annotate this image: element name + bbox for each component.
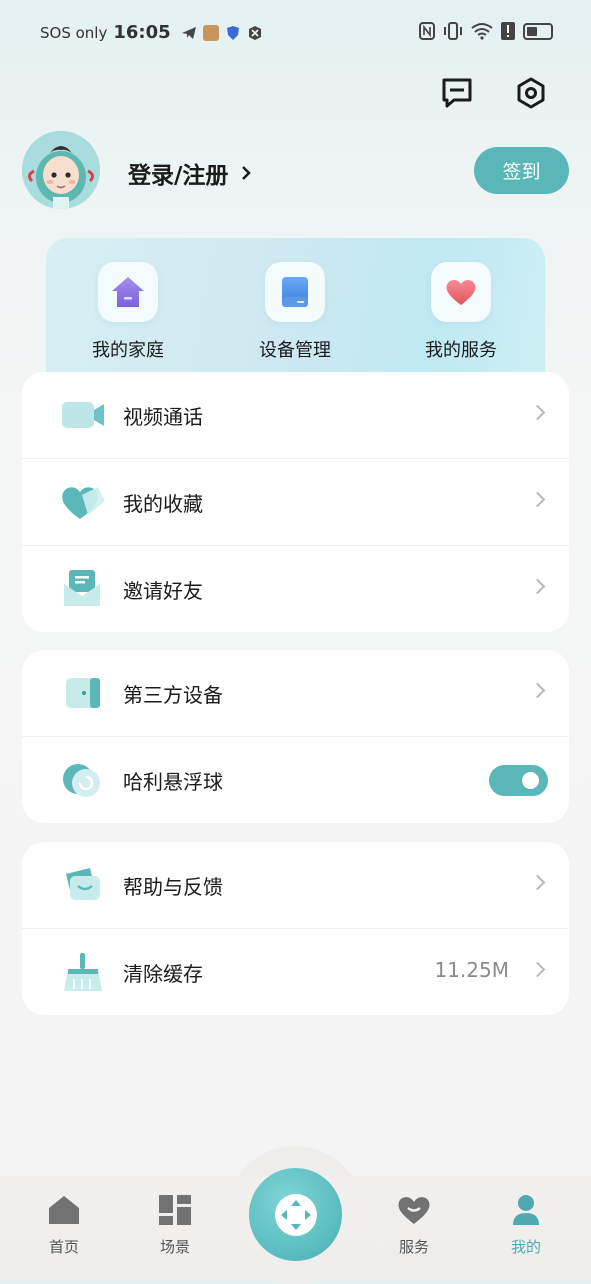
mascot-avatar-icon [22,131,100,209]
nav-label: 场景 [159,1238,190,1256]
app-notification-icon [202,24,219,41]
menu-item-help-feedback[interactable]: 帮助与反馈 [22,842,569,929]
broom-icon [64,953,102,991]
floating-ball-toggle[interactable] [489,765,548,796]
chevron-right-icon [529,404,546,421]
menu-item-third-party-devices[interactable]: 第三方设备 [22,650,569,737]
chevron-right-icon [529,874,546,891]
quick-my-family[interactable]: 我的家庭 [58,262,198,362]
menu-item-video-call[interactable]: 视频通话 [22,372,569,459]
nfc-icon [419,22,435,40]
battery-icon [523,22,553,40]
menu-card-1: 视频通话 我的收藏 邀请好友 [22,372,569,632]
telegram-icon [181,26,196,39]
nav-home[interactable]: 首页 [24,1194,104,1257]
settings-icon[interactable] [514,76,548,110]
menu-item-clear-cache[interactable]: 清除缓存 11.25M [22,929,569,1015]
quick-my-services[interactable]: 我的服务 [391,262,531,362]
directional-pad-icon [274,1193,317,1236]
favorites-icon [62,487,105,519]
login-register-link[interactable]: 登录/注册 [128,156,252,190]
nav-label: 首页 [48,1238,79,1256]
menu-label: 第三方设备 [123,683,223,707]
menu-item-invite-friends[interactable]: 邀请好友 [22,546,569,632]
menu-label: 帮助与反馈 [123,875,223,899]
quick-label: 我的家庭 [92,340,164,361]
shield-icon [226,25,239,40]
wifi-icon [471,23,493,40]
chevron-right-icon [529,578,546,595]
menu-item-favorites[interactable]: 我的收藏 [22,459,569,546]
chevron-right-icon [529,682,546,699]
menu-label: 清除缓存 [123,962,203,986]
menu-item-floating-ball: 哈利悬浮球 [22,737,569,823]
nav-label: 我的 [510,1238,541,1256]
heart-icon [398,1197,430,1224]
chevron-right-icon [529,491,546,508]
clock: 16:05 [113,22,171,43]
cache-size: 11.25M [434,958,509,982]
checkin-button[interactable]: 签到 [474,147,569,194]
quick-device-management[interactable]: 设备管理 [225,262,365,362]
scene-icon [159,1195,191,1225]
video-call-icon [62,402,104,428]
nav-scene[interactable]: 场景 [135,1194,215,1257]
menu-card-2: 第三方设备 哈利悬浮球 [22,650,569,823]
chevron-right-icon [529,961,546,978]
home-icon [112,277,144,307]
center-control-button[interactable] [249,1168,342,1261]
menu-card-3: 帮助与反馈 清除缓存 11.25M [22,842,569,1015]
nav-label: 服务 [398,1238,429,1256]
third-party-device-icon [66,678,100,708]
status-bar: SOS only 16:05 [0,0,591,66]
heart-icon [446,279,476,305]
chevron-right-icon [242,166,252,180]
menu-label: 哈利悬浮球 [123,770,223,794]
vibrate-icon [444,22,462,40]
device-icon [282,277,308,307]
invite-icon [64,570,100,606]
security-icon [248,25,261,40]
help-feedback-icon [66,868,100,900]
quick-actions-card: 我的家庭 设备管理 我的服务 [46,238,545,388]
floating-ball-icon [63,764,100,797]
quick-label: 设备管理 [259,340,331,361]
menu-label: 邀请好友 [123,579,203,603]
menu-label: 我的收藏 [123,492,203,516]
profile-icon [513,1195,539,1225]
home-icon [49,1196,79,1224]
alert-icon [501,22,515,40]
nav-services[interactable]: 服务 [374,1194,454,1257]
nav-mine[interactable]: 我的 [486,1194,566,1257]
carrier-text: SOS only [40,23,108,42]
message-icon[interactable] [440,76,474,110]
menu-label: 视频通话 [123,405,203,429]
quick-label: 我的服务 [425,340,497,361]
avatar[interactable] [22,131,100,209]
login-label: 登录/注册 [128,163,229,189]
